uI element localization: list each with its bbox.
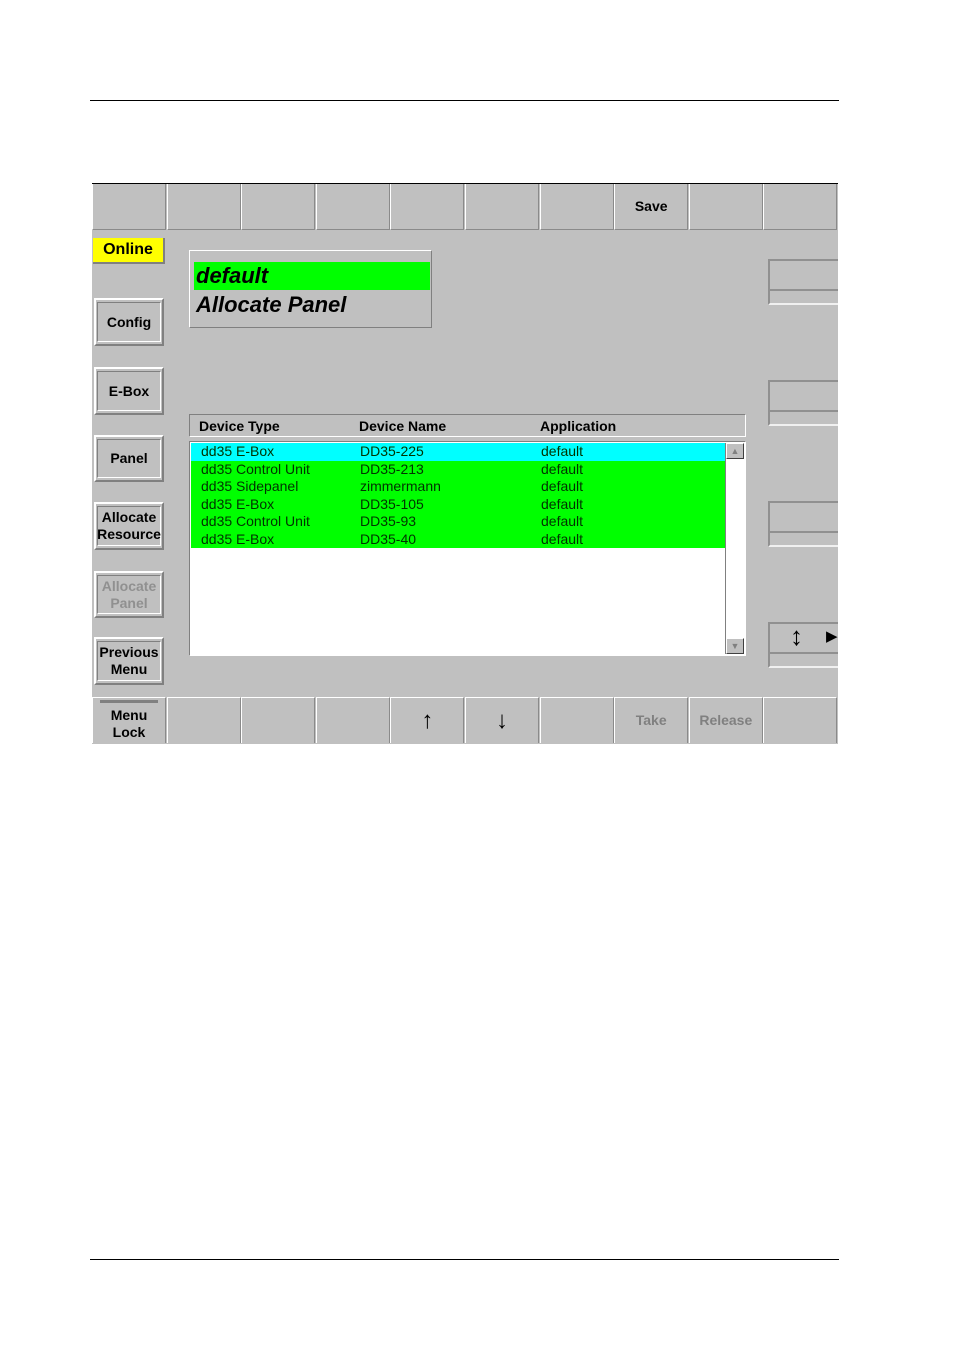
right-arrow-icon[interactable]: ▶ [826, 627, 838, 645]
take-button[interactable]: Take [614, 697, 689, 743]
cell-device-type: dd35 Control Unit [201, 460, 310, 477]
allocate-resource-label: Allocate Resource [97, 506, 161, 546]
cell-device-name: DD35-105 [360, 495, 424, 512]
cell-device-type: dd35 E-Box [201, 495, 275, 512]
previous-menu-button[interactable]: Previous Menu [94, 637, 164, 685]
right-scroll-control[interactable]: ↕ ▶ [768, 621, 838, 668]
top-softkey-6[interactable] [465, 184, 539, 230]
allocate-resource-line2: Resource [97, 526, 161, 542]
menu-lock-line1: Menu [110, 707, 148, 723]
cell-device-type: dd35 Sidepanel [201, 478, 299, 494]
table-row[interactable]: dd35 E-Box DD35-225 default [191, 443, 726, 461]
column-device-type[interactable]: Device Type [199, 418, 280, 434]
vertical-arrows-icon[interactable]: ↕ [790, 621, 803, 652]
cell-device-name: DD35-225 [360, 443, 424, 459]
release-button[interactable]: Release [688, 697, 763, 743]
bottom-softkey-3[interactable] [241, 697, 316, 743]
cell-device-type: dd35 Control Unit [201, 513, 310, 529]
previous-menu-line1: Previous [99, 644, 159, 660]
top-softkey-5[interactable] [390, 184, 465, 230]
table-row[interactable]: dd35 E-Box DD35-40 default [191, 530, 726, 548]
down-arrow-icon: ↓ [496, 707, 508, 734]
console-screen: Save Online default Allocate Panel Confi… [92, 183, 838, 744]
cell-application: default [541, 478, 584, 494]
top-softkey-9[interactable] [688, 184, 763, 230]
menu-lock-indicator [100, 700, 158, 703]
application-name: default [194, 262, 430, 290]
top-softkey-3[interactable] [241, 184, 316, 230]
cell-application: default [541, 513, 584, 529]
allocate-panel-line2: Panel [110, 594, 148, 611]
cell-device-name: DD35-213 [360, 460, 424, 477]
save-button[interactable]: Save [614, 184, 689, 230]
up-arrow-icon: ↑ [421, 707, 434, 734]
cell-device-type: dd35 E-Box [201, 443, 275, 459]
top-softkey-10[interactable] [763, 184, 838, 230]
right-indicator-1 [768, 259, 838, 305]
allocate-panel-line1: Allocate [101, 577, 157, 594]
right-indicator-3 [768, 501, 838, 547]
table-row[interactable]: dd35 E-Box DD35-105 default [191, 495, 726, 513]
vertical-scrollbar[interactable]: ▲ ▼ [725, 443, 744, 654]
table-row[interactable]: dd35 Sidepanel zimmermann default [191, 478, 726, 496]
move-up-button[interactable]: ↑ [390, 697, 465, 743]
device-list[interactable]: dd35 E-Box DD35-225 default dd35 Control Un… [189, 441, 746, 656]
right-indicator-2 [768, 380, 838, 426]
top-softkey-1[interactable] [92, 184, 166, 230]
allocate-panel-label: Allocate Panel [97, 575, 161, 614]
previous-menu-label: Previous Menu [97, 641, 161, 681]
top-softkey-2[interactable] [166, 184, 241, 230]
allocate-resource-line1: Allocate [101, 509, 157, 525]
cell-device-name: zimmermann [360, 478, 441, 494]
cell-device-type: dd35 E-Box [201, 530, 275, 547]
cell-application: default [541, 443, 584, 459]
footer-rule [90, 1259, 839, 1260]
allocate-resource-button[interactable]: Allocate Resource [94, 502, 164, 550]
allocate-panel-button[interactable]: Allocate Panel [94, 571, 164, 618]
bottom-softkey-10[interactable] [763, 697, 838, 743]
config-button[interactable]: Config [94, 298, 164, 346]
header-rule [90, 100, 839, 101]
cell-device-name: DD35-40 [360, 530, 417, 547]
config-label: Config [97, 302, 161, 342]
ebox-label: E-Box [97, 371, 161, 411]
cell-application: default [541, 460, 584, 477]
move-down-button[interactable]: ↓ [465, 697, 539, 743]
bottom-softkey-4[interactable] [315, 697, 390, 743]
panel-button[interactable]: Panel [94, 435, 164, 482]
ebox-button[interactable]: E-Box [94, 367, 164, 415]
scroll-down-arrow-icon[interactable]: ▼ [726, 638, 744, 654]
bottom-softkey-2[interactable] [166, 697, 241, 743]
title-box: default Allocate Panel [189, 250, 432, 328]
column-device-name[interactable]: Device Name [359, 418, 446, 434]
online-status-badge: Online [93, 238, 165, 264]
menu-lock-line2: Lock [112, 724, 146, 740]
column-application[interactable]: Application [540, 418, 616, 434]
table-row[interactable]: dd35 Control Unit DD35-213 default [191, 460, 726, 478]
cell-device-name: DD35-93 [360, 513, 417, 529]
bottom-softkey-7[interactable] [539, 697, 614, 743]
cell-application: default [541, 495, 584, 512]
previous-menu-line2: Menu [110, 661, 148, 677]
scroll-up-arrow-icon[interactable]: ▲ [726, 443, 744, 459]
table-row[interactable]: dd35 Control Unit DD35-93 default [191, 513, 726, 531]
top-softkey-7[interactable] [539, 184, 614, 230]
page-title: Allocate Panel [196, 292, 347, 317]
table-header: Device Type Device Name Application [189, 414, 746, 437]
menu-lock-button[interactable]: Menu Lock [92, 697, 166, 743]
top-softkey-4[interactable] [315, 184, 390, 230]
cell-application: default [541, 530, 584, 547]
panel-label: Panel [97, 439, 161, 478]
